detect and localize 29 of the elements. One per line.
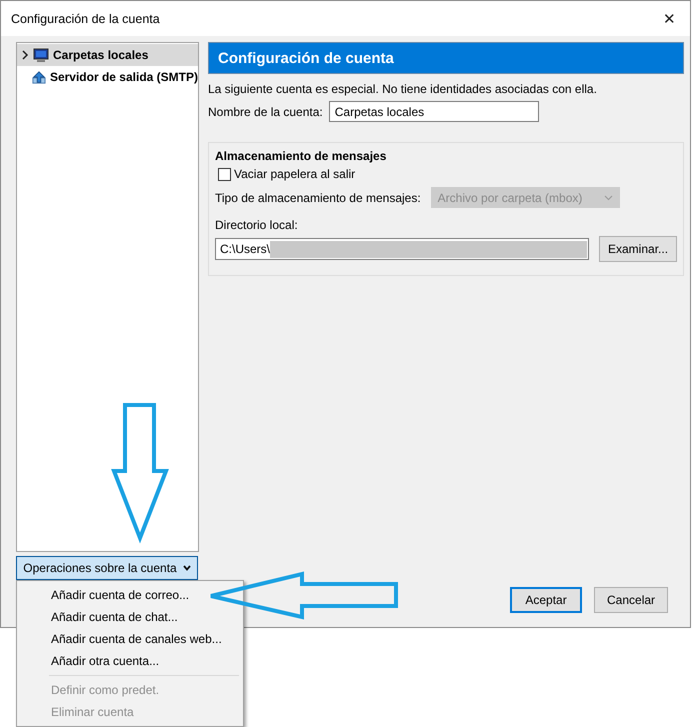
tree-item[interactable]: Carpetas locales <box>17 44 198 66</box>
close-button[interactable]: ✕ <box>663 10 676 28</box>
panel-title: Configuración de cuenta <box>218 50 394 66</box>
account-actions-button[interactable]: Operaciones sobre la cuenta <box>16 556 198 580</box>
window-title: Configuración de la cuenta <box>11 12 160 26</box>
checkbox-label: Vaciar papelera al salir <box>234 167 356 181</box>
monitor-icon <box>33 48 49 62</box>
account-note: La siguiente cuenta es especial. No tiene identidades asociadas con ella. <box>208 82 598 96</box>
tree-item[interactable]: Servidor de salida (SMTP) <box>17 66 198 88</box>
group-heading: Almacenamiento de mensajes <box>215 149 388 163</box>
tree-item-label: Carpetas locales <box>53 48 148 62</box>
account-name-field[interactable]: Carpetas locales <box>328 101 539 122</box>
chevron-right-icon[interactable] <box>21 50 29 60</box>
browse-button[interactable]: Examinar... <box>599 236 678 262</box>
directory-label: Directorio local: <box>215 218 299 232</box>
checkbox[interactable] <box>218 168 231 180</box>
directory-field[interactable]: C:\Users\ <box>215 238 589 260</box>
menu-item[interactable]: Añadir cuenta de canales web... <box>19 628 241 650</box>
menu-item[interactable]: Añadir cuenta de correo... <box>19 584 241 606</box>
storage-type-label: Tipo de almacenamiento de mensajes: <box>215 190 421 204</box>
ok-button[interactable]: Aceptar <box>510 587 582 613</box>
upload-arrow-icon <box>32 70 46 84</box>
menu-item[interactable]: Añadir otra cuenta... <box>19 650 241 672</box>
chevron-down-icon <box>604 194 613 200</box>
chevron-down-icon <box>182 565 191 571</box>
tree-item-label: Servidor de salida (SMTP) <box>50 70 198 84</box>
cancel-button[interactable]: Cancelar <box>594 587 668 613</box>
account-name-label: Nombre de la cuenta: <box>208 104 323 118</box>
menu-item[interactable]: Añadir cuenta de chat... <box>19 606 241 628</box>
